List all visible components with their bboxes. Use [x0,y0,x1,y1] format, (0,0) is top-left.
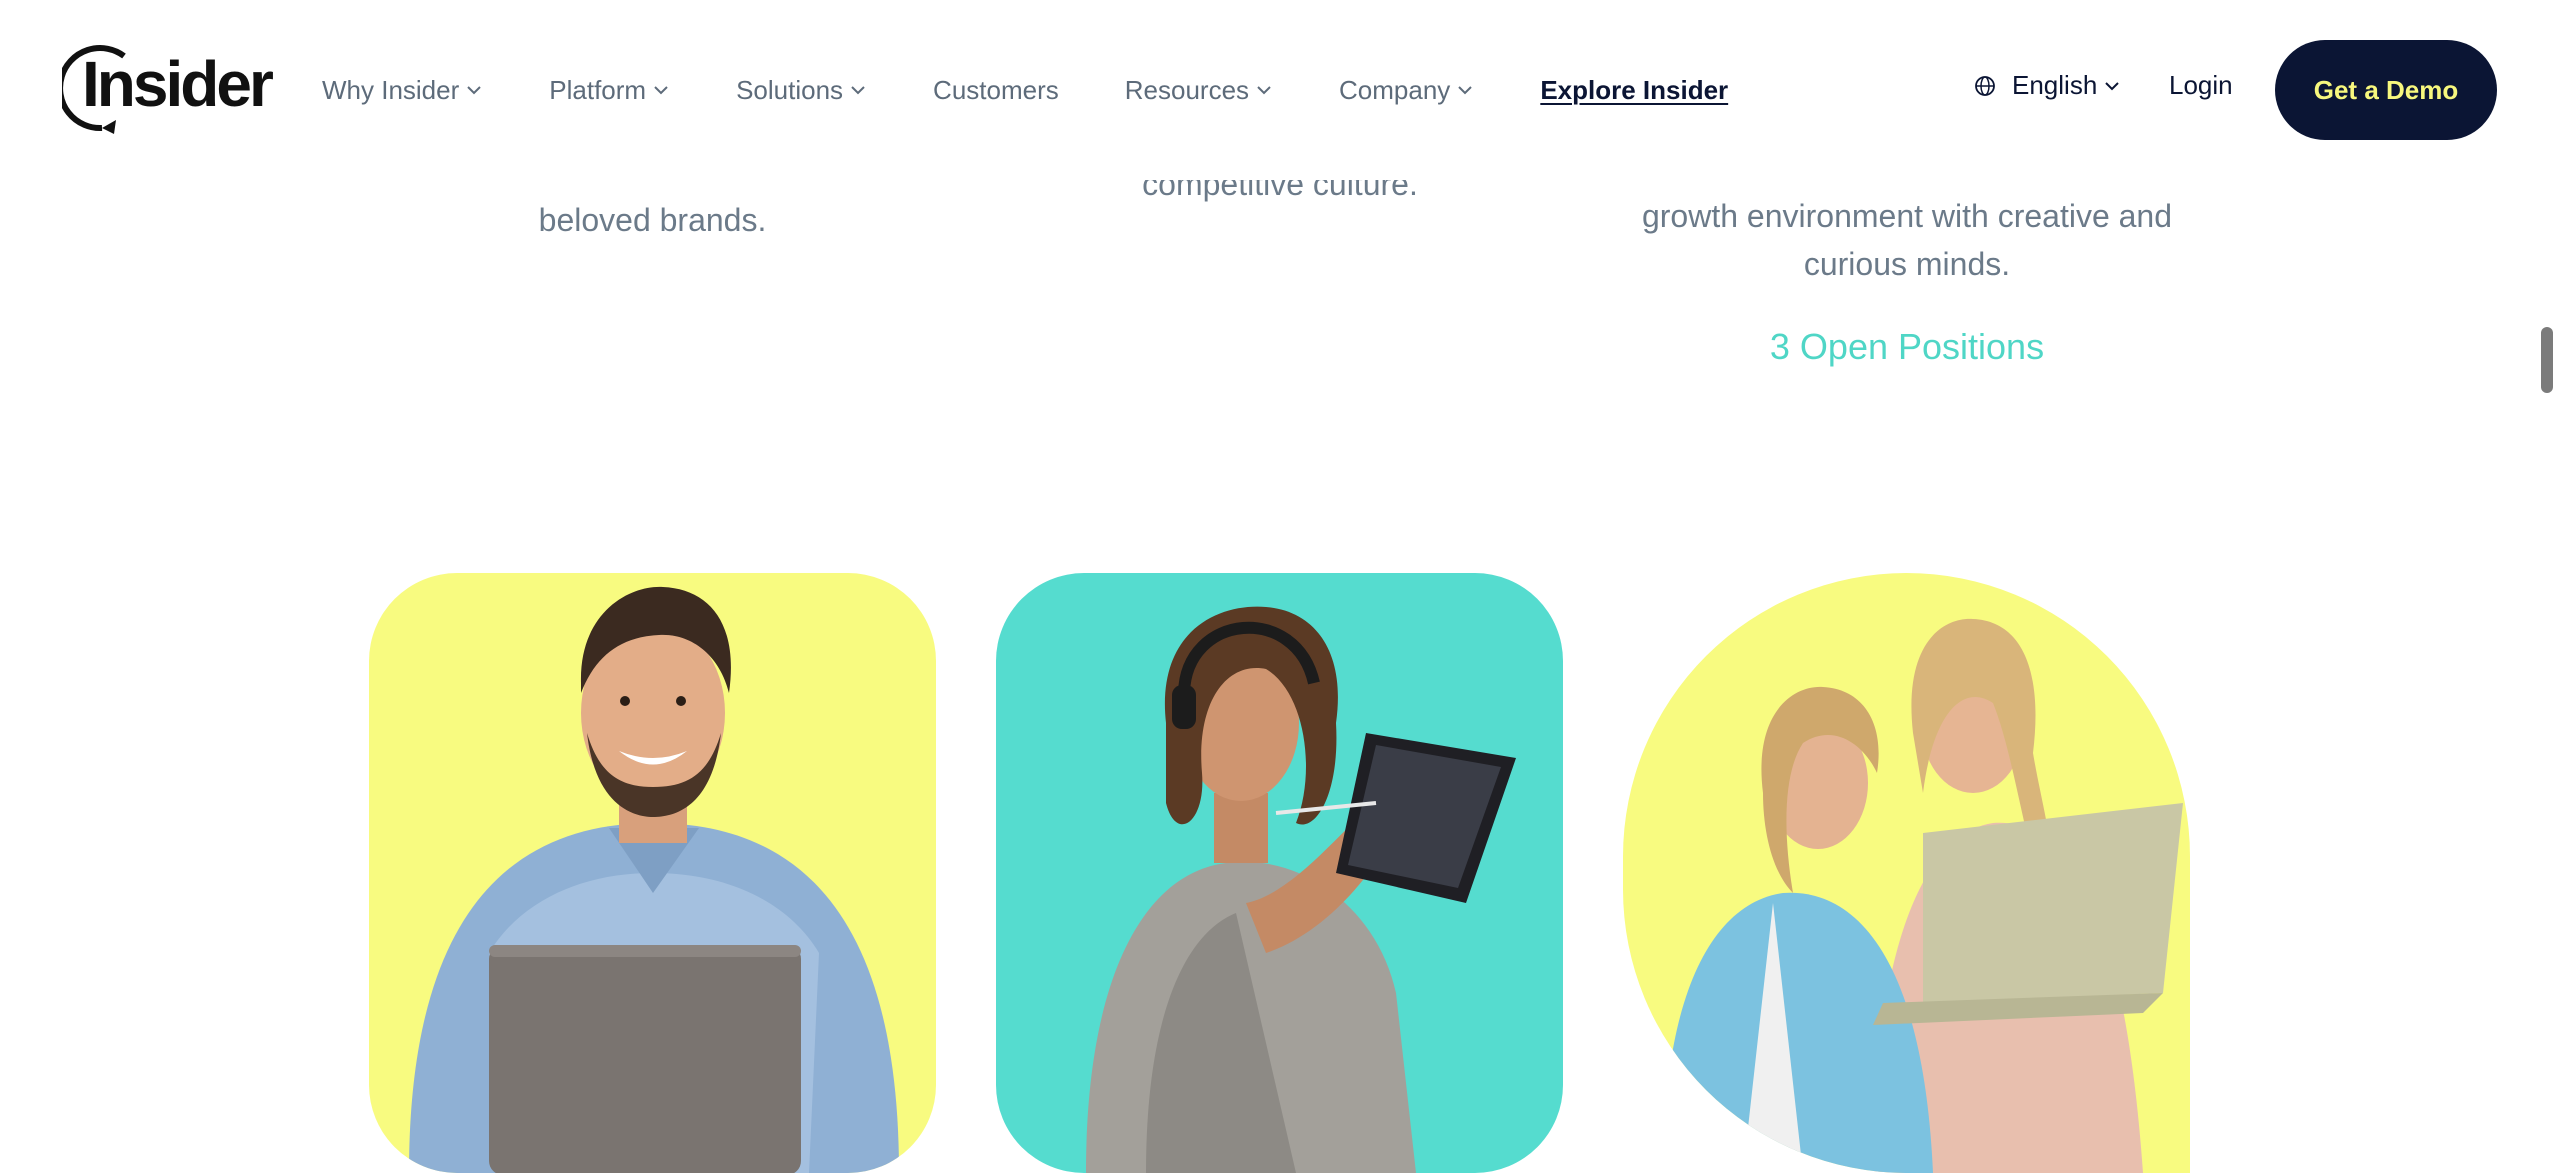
logo-wordmark: Insider [82,48,274,120]
man-with-laptop-illustration [409,586,899,1173]
language-selector[interactable]: English [1974,70,2121,101]
nav-resources[interactable]: Resources [1125,75,1273,106]
chevron-down-icon [1458,86,1473,95]
login-link[interactable]: Login [2169,70,2233,101]
nav-label: Explore Insider [1540,74,1729,105]
nav-why-insider[interactable]: Why Insider [322,75,483,106]
column-3-line-1: growth environment with creative and [1641,198,2173,234]
chevron-down-icon [654,86,668,95]
nav-label: Solutions [736,74,844,105]
site-header: Insider Why Insider Platform Solutions C… [0,0,2560,180]
team-photo-card-3 [1623,573,2190,1173]
team-photo-card-2 [996,573,1563,1173]
nav-label: Why Insider [322,74,460,105]
column-3-line-2: curious minds. [1803,246,2011,282]
chevron-down-icon [2105,81,2119,90]
nav-explore-insider[interactable]: Explore Insider [1540,75,1728,106]
woman-with-tablet-illustration [1086,606,1516,1173]
nav-label: Customers [933,74,1059,105]
nav-platform[interactable]: Platform [549,75,670,106]
get-a-demo-button[interactable]: Get a Demo [2275,40,2497,140]
nav-label: Platform [549,74,647,105]
nav-customers[interactable]: Customers [933,75,1059,106]
nav-solutions[interactable]: Solutions [736,75,867,106]
main-nav: Why Insider Platform Solutions Customers… [322,64,1794,116]
chevron-down-icon [467,86,481,95]
nav-company[interactable]: Company [1339,75,1474,106]
team-photo-card-1 [369,573,936,1173]
two-women-laptop-illustration [1663,618,2183,1173]
column-1-line: beloved brands. [538,202,767,238]
open-positions-link[interactable]: 3 Open Positions [1627,326,2187,368]
chevron-down-icon [851,86,865,95]
nav-label: Company [1339,74,1451,105]
page-scrollbar-thumb[interactable] [2541,327,2553,393]
language-label: English [2012,70,2098,100]
insider-logo[interactable]: Insider [62,42,274,138]
globe-icon [1975,75,1995,96]
chevron-down-icon [1257,86,1271,95]
nav-label: Resources [1124,74,1250,105]
